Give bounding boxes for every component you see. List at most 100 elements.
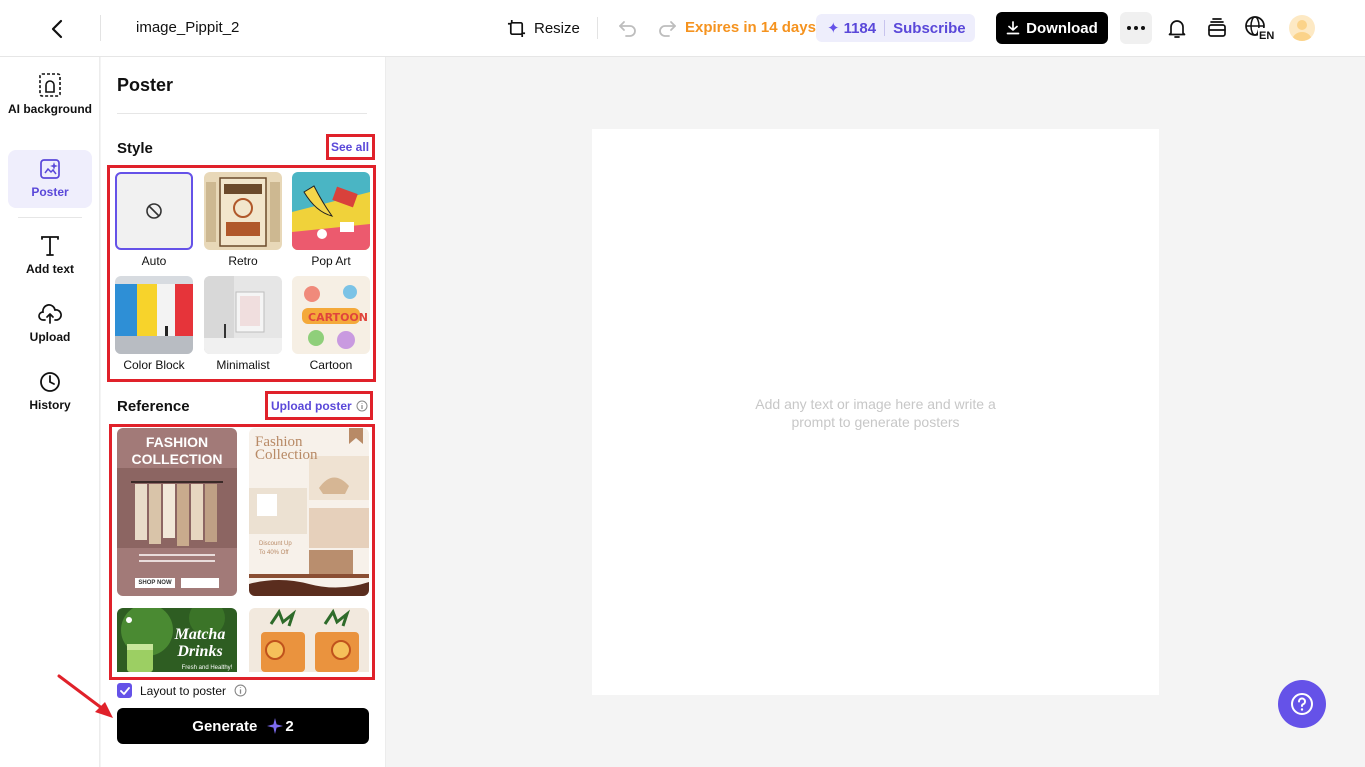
style-thumbnail	[292, 172, 370, 250]
reference-footer: SHOP NOW	[138, 580, 172, 586]
style-name: Auto	[141, 254, 167, 268]
ai-background-icon	[39, 73, 61, 97]
credits-pill[interactable]: ✦ 1184 Subscribe	[816, 14, 975, 42]
annotation-arrow	[57, 674, 113, 718]
panel-title: Poster	[117, 75, 174, 95]
rail-item-ai-background[interactable]: AI background	[8, 73, 92, 133]
layout-to-poster-toggle[interactable]: Layout to poster	[117, 683, 247, 698]
avatar[interactable]	[1289, 15, 1315, 41]
resize-label: Resize	[534, 19, 580, 37]
reference-card[interactable]	[249, 608, 369, 672]
reference-footer: Fresh and Healthy!	[181, 665, 233, 671]
reference-card[interactable]: FASHION COLLECTION SHOP NOW	[117, 428, 237, 596]
divider	[597, 17, 598, 39]
rail-item-upload[interactable]: Upload	[8, 303, 92, 347]
text-icon	[41, 236, 59, 256]
credits-count: 1184	[843, 19, 877, 37]
iced-tea-image	[249, 608, 369, 672]
rail-item-label: Poster	[31, 185, 69, 199]
inbox-button[interactable]	[1205, 16, 1229, 40]
style-card-color-block[interactable]: Color Block	[115, 276, 193, 372]
divider	[117, 113, 367, 114]
rail-item-label: Upload	[29, 330, 71, 344]
sparkle-icon	[267, 718, 284, 734]
rail-item-add-text[interactable]: Add text	[8, 235, 92, 279]
layout-to-poster-checkbox[interactable]	[117, 683, 132, 698]
language-button[interactable]: EN	[1244, 15, 1276, 42]
style-thumbnail	[115, 172, 193, 250]
style-thumbnail	[204, 276, 282, 354]
bell-icon	[1168, 20, 1186, 38]
reference-card[interactable]: Matcha Drinks Fresh and Healthy!	[117, 608, 237, 672]
divider	[18, 217, 82, 218]
reference-title: Fashion Collection	[255, 434, 318, 463]
generate-cost-value: 2	[285, 717, 294, 735]
question-icon	[1291, 693, 1313, 715]
language-code: EN	[1259, 30, 1274, 41]
upload-poster-link[interactable]: Upload poster	[271, 399, 368, 413]
check-icon	[119, 686, 130, 695]
poster-icon	[40, 159, 60, 179]
undo-button[interactable]	[617, 17, 639, 39]
rail-item-label: AI background	[8, 102, 93, 116]
back-button[interactable]	[44, 16, 70, 42]
retro-poster-image	[204, 172, 282, 250]
file-name[interactable]: image_Pippit_20	[136, 19, 240, 36]
notifications-button[interactable]	[1165, 16, 1189, 40]
style-card-minimalist[interactable]: Minimalist	[204, 276, 282, 372]
color-block-image	[115, 276, 193, 354]
rail-item-label: History	[29, 398, 71, 412]
style-card-retro[interactable]: Retro	[204, 172, 282, 268]
style-thumbnail: CARTOON	[292, 276, 370, 354]
style-name: Minimalist	[216, 358, 270, 372]
rail-item-poster[interactable]: Poster	[8, 150, 92, 208]
more-options-button[interactable]	[1120, 12, 1152, 44]
upload-poster-label: Upload poster	[271, 399, 352, 413]
subscribe-link[interactable]: Subscribe	[893, 20, 966, 37]
cartoon-image: CARTOON	[292, 276, 370, 354]
user-icon	[1292, 20, 1312, 41]
generate-cost: 2	[267, 717, 294, 735]
upload-icon	[38, 304, 62, 324]
layout-to-poster-label: Layout to poster	[140, 683, 227, 698]
expires-label[interactable]: Expires in 14 days	[685, 19, 816, 36]
resize-icon	[507, 19, 526, 37]
poster-canvas[interactable]: Add any text or image here and write a p…	[592, 129, 1159, 695]
pop-art-image	[292, 172, 370, 250]
style-name: Color Block	[123, 358, 185, 372]
style-name: Cartoon	[309, 358, 353, 372]
reference-card[interactable]: Fashion Collection Discount Up To 40% Of…	[249, 428, 369, 596]
reference-title: Matcha Drinks	[174, 626, 226, 660]
top-bar: image_Pippit_20 Resize Expires in 14 day…	[0, 0, 1365, 57]
chevron-left-icon	[51, 19, 63, 39]
style-card-auto[interactable]: Auto	[115, 172, 193, 268]
info-icon	[234, 684, 247, 697]
stack-icon	[1208, 18, 1226, 37]
style-card-cartoon[interactable]: CARTOON Cartoon	[292, 276, 370, 372]
minimalist-image	[204, 276, 282, 354]
help-button[interactable]	[1278, 680, 1326, 728]
undo-icon	[619, 21, 636, 37]
ellipsis-icon	[1127, 26, 1145, 30]
redo-icon	[659, 21, 676, 37]
style-card-pop-art[interactable]: Pop Art	[292, 172, 370, 268]
sparkle-icon: ✦	[827, 20, 840, 37]
download-icon	[1006, 21, 1020, 35]
rail-item-history[interactable]: History	[8, 371, 92, 415]
download-button[interactable]: Download	[996, 12, 1108, 44]
no-style-icon	[146, 203, 162, 219]
redo-button[interactable]	[656, 17, 678, 39]
resize-button[interactable]: Resize	[507, 16, 580, 40]
poster-panel: Poster Style See all Auto Retro Pop Art …	[101, 57, 386, 767]
rail-item-label: Add text	[26, 262, 74, 276]
info-icon	[356, 400, 368, 412]
left-rail: AI background Poster Add text Upload His…	[0, 57, 100, 767]
generate-label: Generate	[192, 717, 258, 735]
style-thumbnail	[115, 276, 193, 354]
style-section-label: Style	[117, 140, 153, 157]
reference-title: FASHION COLLECTION	[131, 434, 223, 467]
generate-button[interactable]: Generate 2	[117, 708, 369, 744]
see-all-link[interactable]: See all	[331, 140, 369, 154]
svg-text:CARTOON: CARTOON	[308, 311, 368, 324]
canvas-hint: Add any text or image here and write a p…	[755, 396, 996, 430]
